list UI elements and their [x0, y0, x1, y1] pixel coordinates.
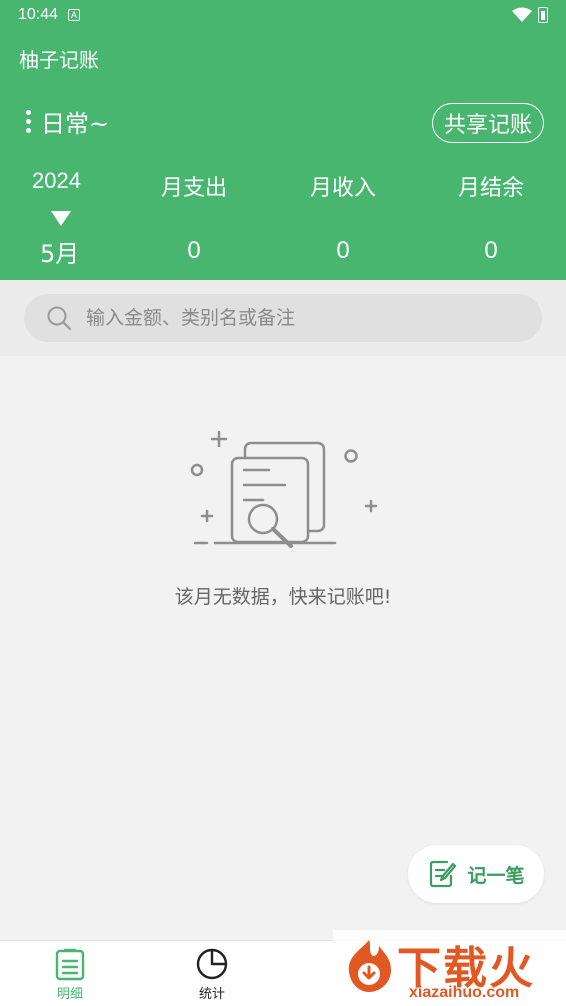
month-label[interactable]: 5月 — [40, 234, 79, 269]
more-vert-icon — [26, 110, 31, 133]
book-selector[interactable]: 日常~ — [26, 104, 109, 139]
add-record-label: 记一笔 — [467, 864, 525, 887]
tab-statistics[interactable]: 统计 — [172, 947, 252, 1002]
stat-label: 月结余 — [457, 176, 524, 201]
header-panel: 10:44 A 柚子记账 日常~ 共享记账 2024 5月 月支出 0 月收入 … — [0, 0, 566, 280]
battery-icon — [538, 7, 548, 23]
empty-document-search-icon — [190, 430, 378, 548]
status-bar: 10:44 A — [0, 0, 566, 30]
book-name: 日常~ — [41, 110, 110, 138]
search-section — [0, 280, 566, 356]
clipboard-list-icon — [55, 948, 85, 981]
add-record-button[interactable]: 记一笔 — [408, 845, 544, 903]
empty-state-message: 该月无数据，快来记账吧! — [174, 586, 392, 608]
stat-value: 0 — [484, 237, 498, 264]
pie-chart-icon — [196, 948, 228, 980]
search-bar[interactable] — [24, 294, 542, 342]
stat-value: 0 — [187, 237, 201, 264]
search-input[interactable] — [86, 307, 506, 329]
app-title: 柚子记账 — [19, 48, 99, 72]
stat-label: 月支出 — [160, 176, 227, 201]
tab-label: 统计 — [198, 987, 225, 1002]
edit-note-icon — [430, 860, 457, 888]
stat-value: 0 — [336, 237, 350, 264]
month-picker-triangle-icon[interactable] — [51, 211, 71, 226]
status-time: 10:44 — [18, 6, 59, 23]
wifi-icon — [512, 7, 532, 22]
year-label[interactable]: 2024 — [32, 168, 81, 194]
watermark-url: xiazaihuo.com — [409, 984, 520, 1001]
notification-icon: A — [68, 9, 81, 21]
stat-label: 月收入 — [309, 176, 376, 201]
tab-details[interactable]: 明细 — [30, 947, 110, 1002]
share-bookkeeping-button[interactable]: 共享记账 — [432, 103, 544, 143]
watermark: 下载火 xiazaihuo.com — [333, 930, 566, 1006]
flame-logo-icon — [348, 940, 391, 992]
tab-label: 明细 — [56, 987, 83, 1002]
search-icon — [47, 306, 72, 331]
